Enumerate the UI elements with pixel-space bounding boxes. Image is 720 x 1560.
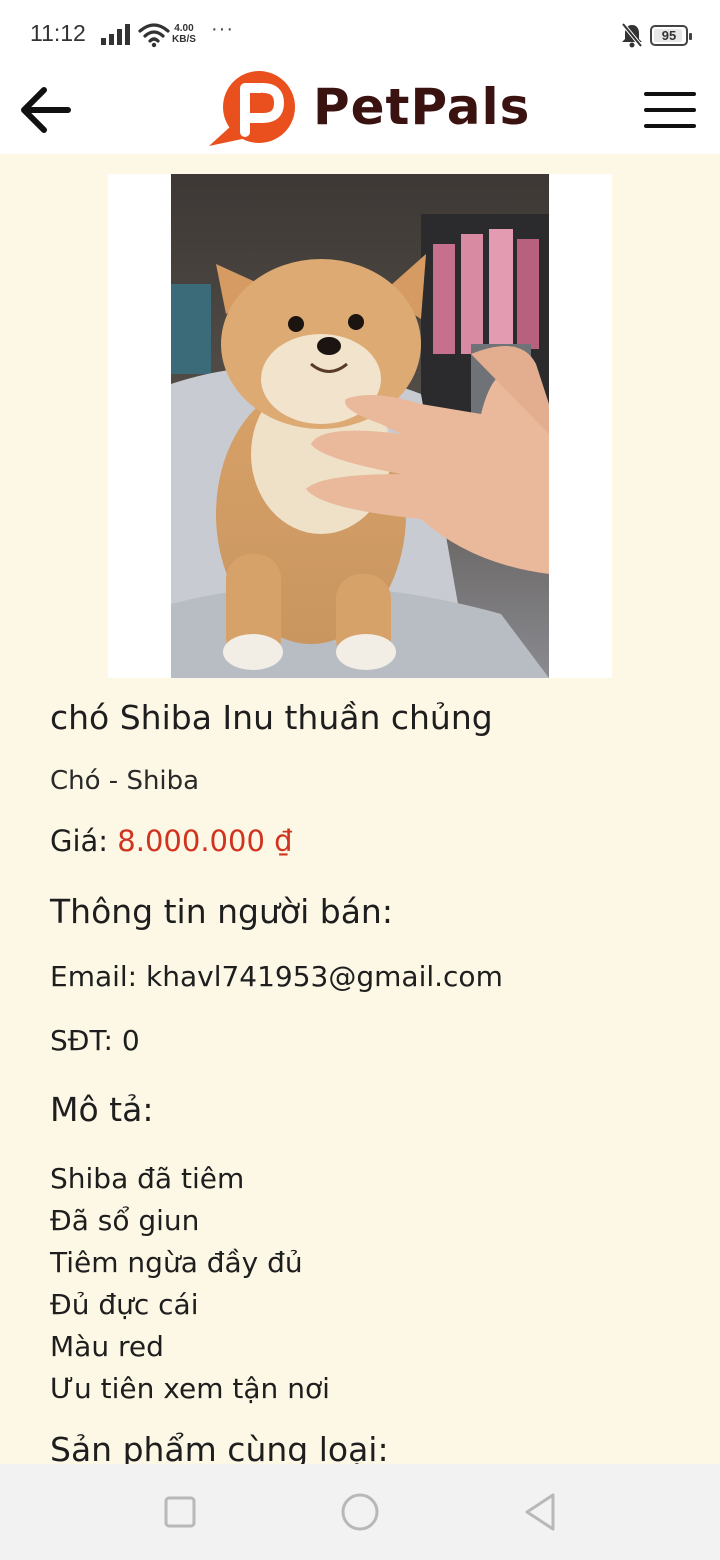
product-price: Giá: 8.000.000 ₫ [50,824,293,858]
triangle-back-icon [525,1493,555,1531]
menu-button[interactable] [640,90,698,130]
recents-button[interactable] [158,1490,202,1534]
status-time: 11:12 [30,20,86,46]
network-speed-value: 4.00 [174,23,194,34]
home-button[interactable] [338,1490,382,1534]
more-notifications-indicator: ··· [211,18,234,40]
description-line: Ưu tiên xem tận nơi [50,1372,330,1405]
battery-level: 95 [661,28,677,43]
app-header: PetPals [0,66,720,154]
product-category: Chó - Shiba [50,766,200,796]
network-speed-unit: KB/S [172,34,196,45]
paw-chat-bubble-icon [209,71,295,146]
product-photo-frame [108,174,612,678]
related-products-heading: Sản phẩm cùng loại: [50,1430,389,1464]
shiba-puppy-photo [171,174,549,678]
circle-home-icon [341,1493,379,1531]
seller-phone[interactable]: SĐT: 0 [50,1024,140,1057]
product-detail: chó Shiba Inu thuần chủng Chó - Shiba Gi… [0,154,720,1464]
square-recents-icon [164,1496,196,1528]
battery-indicator: 95 [650,25,692,46]
description-line: Màu red [50,1330,164,1363]
description-line: Đã sổ giun [50,1204,200,1237]
description-body: Shiba đã tiêm Đã sổ giun Tiêm ngừa đầy đ… [50,1158,330,1410]
back-button[interactable] [18,84,74,136]
product-title: chó Shiba Inu thuần chủng [50,698,493,737]
bell-muted-icon [621,22,643,48]
petpals-logo[interactable]: PetPals [207,70,529,150]
logo-text: PetPals [313,78,531,136]
system-nav-bar [0,1464,720,1560]
wifi-icon [138,23,170,48]
product-photo[interactable] [171,174,549,678]
network-speed: 4.00 KB/S [172,23,196,45]
signal-bars-icon [101,24,130,45]
description-line: Tiêm ngừa đầy đủ [50,1246,303,1279]
seller-email[interactable]: Email: khavl741953@gmail.com [50,960,503,993]
description-heading: Mô tả: [50,1090,154,1129]
price-label: Giá: [50,824,109,858]
description-line: Shiba đã tiêm [50,1162,245,1195]
seller-heading: Thông tin người bán: [50,892,393,931]
price-value: 8.000.000 ₫ [117,824,293,858]
status-bar: 11:12 4.00 KB/S ··· 95 [0,0,720,66]
arrow-left-icon [21,87,71,133]
system-back-button[interactable] [518,1490,562,1534]
description-line: Đủ đực cái [50,1288,199,1321]
